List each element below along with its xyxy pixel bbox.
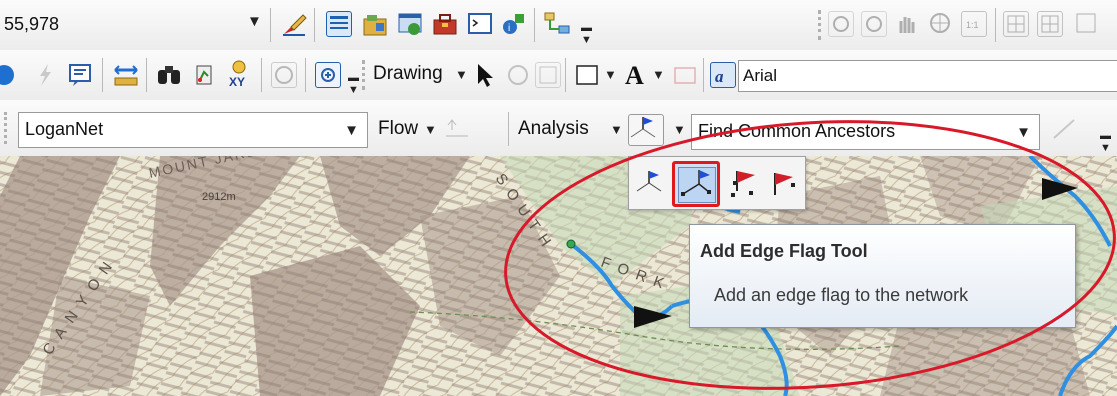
toolbar2-overflow-arrow[interactable]: ▬ ▼ — [348, 72, 359, 96]
zoom-to-selected-icon — [535, 62, 561, 88]
go-to-xy-icon[interactable]: XY — [226, 60, 252, 89]
flag-tool-palette-icon[interactable] — [628, 114, 664, 146]
drawing-menu[interactable]: Drawing — [373, 63, 443, 85]
editor-toolbar-icon[interactable] — [281, 11, 307, 37]
svg-text:1:1: 1:1 — [966, 20, 979, 30]
rectangle-draw-icon[interactable] — [574, 62, 600, 88]
edit-vertices-icon — [672, 62, 698, 88]
text-tool-icon[interactable]: A — [623, 60, 649, 90]
grid-arrange-icon — [1037, 11, 1063, 37]
flow-menu[interactable]: Flow — [378, 118, 418, 140]
select-elements-arrow-icon[interactable] — [472, 62, 498, 88]
toolbar-standard: 55,978 ▼ i ▬ ▼ 1:1 — [0, 0, 1117, 51]
toolbar-tools: XY ▬ ▼ Drawing ▼ ▼ A ▼ a Arial — [0, 50, 1117, 101]
add-edge-barrier-tool-icon[interactable] — [767, 167, 799, 201]
measure-popup-icon[interactable] — [67, 62, 93, 88]
find-binoculars-icon[interactable] — [156, 62, 182, 88]
map-scale-combo[interactable]: 55,978 — [0, 8, 270, 42]
rotate-icon — [505, 62, 531, 88]
font-family-value: Arial — [743, 66, 778, 85]
zoom-in-fixed-icon — [828, 11, 854, 37]
identify-icon[interactable] — [0, 62, 20, 88]
pan-hand-icon — [894, 11, 920, 37]
scale-dropdown-arrow[interactable]: ▼ — [247, 13, 262, 30]
flow-direction-icon — [444, 116, 470, 142]
create-viewer-window-icon[interactable] — [315, 62, 341, 88]
drawing-dropdown-arrow[interactable]: ▼ — [455, 67, 468, 82]
fixed-scale-icon: 1:1 — [961, 11, 987, 37]
font-family-combo[interactable]: Arial — [738, 60, 1117, 92]
toolbar1-overflow-arrow[interactable]: ▬ ▼ — [581, 22, 592, 46]
svg-text:XY: XY — [229, 75, 245, 88]
trace-task-combo[interactable]: Find Common Ancestors ▼ — [691, 114, 1040, 150]
arctoolbox-icon[interactable] — [432, 11, 458, 37]
analysis-menu[interactable]: Analysis — [518, 118, 589, 140]
solve-icon — [1052, 116, 1078, 142]
tooltip: Add Edge Flag Tool Add an edge flag to t… — [689, 224, 1076, 328]
catalog-icon[interactable] — [362, 11, 388, 37]
search-window-icon[interactable] — [397, 11, 423, 37]
tooltip-description: Add an edge flag to the network — [714, 285, 969, 305]
junction-point — [566, 239, 576, 249]
toolbar3-overflow-arrow[interactable]: ▬ ▼ — [1100, 130, 1111, 154]
add-junction-flag-tool-icon[interactable] — [635, 169, 665, 199]
measure-icon[interactable] — [113, 62, 139, 88]
svg-text:a: a — [715, 67, 724, 86]
time-slider-icon — [271, 62, 297, 88]
find-route-icon[interactable] — [191, 62, 217, 88]
flag-palette-dropdown-arrow[interactable]: ▼ — [673, 122, 686, 137]
python-window-icon[interactable] — [467, 11, 493, 37]
rectangle-dropdown-arrow[interactable]: ▼ — [604, 67, 617, 82]
font-icon: a — [710, 62, 736, 88]
overflow-tool-icon — [1074, 11, 1100, 37]
svg-text:i: i — [508, 23, 510, 34]
toolbar-network-analyst: LoganNet ▼ Flow ▼ Analysis ▼ ▼ Find Comm… — [0, 100, 1117, 157]
add-edge-flag-tool-icon[interactable] — [672, 161, 720, 207]
network-combo[interactable]: LoganNet ▼ — [18, 112, 368, 148]
analysis-dropdown-arrow[interactable]: ▼ — [610, 122, 623, 137]
zoom-out-fixed-icon — [861, 11, 887, 37]
trace-task-value: Find Common Ancestors — [698, 121, 896, 141]
model-builder-icon[interactable]: i — [501, 11, 527, 37]
map-scale-value: 55,978 — [4, 14, 60, 34]
tooltip-title: Add Edge Flag Tool — [700, 241, 868, 261]
add-junction-barrier-tool-icon[interactable] — [727, 167, 759, 201]
network-dropdown-arrow[interactable]: ▼ — [344, 122, 359, 139]
table-of-contents-icon[interactable] — [326, 11, 352, 37]
trace-task-dropdown-arrow[interactable]: ▼ — [1016, 124, 1031, 141]
model-builder-connector-icon[interactable] — [544, 11, 570, 37]
network-value: LoganNet — [25, 119, 104, 139]
map-label-elevation: 2912m — [202, 191, 236, 203]
grid-select-icon — [1003, 11, 1029, 37]
svg-text:A: A — [625, 61, 644, 88]
text-tool-dropdown-arrow[interactable]: ▼ — [652, 67, 665, 82]
full-extent-icon — [928, 11, 954, 37]
flag-tool-palette — [628, 156, 806, 210]
flow-dropdown-arrow[interactable]: ▼ — [424, 122, 437, 137]
html-popup-icon — [32, 62, 58, 88]
